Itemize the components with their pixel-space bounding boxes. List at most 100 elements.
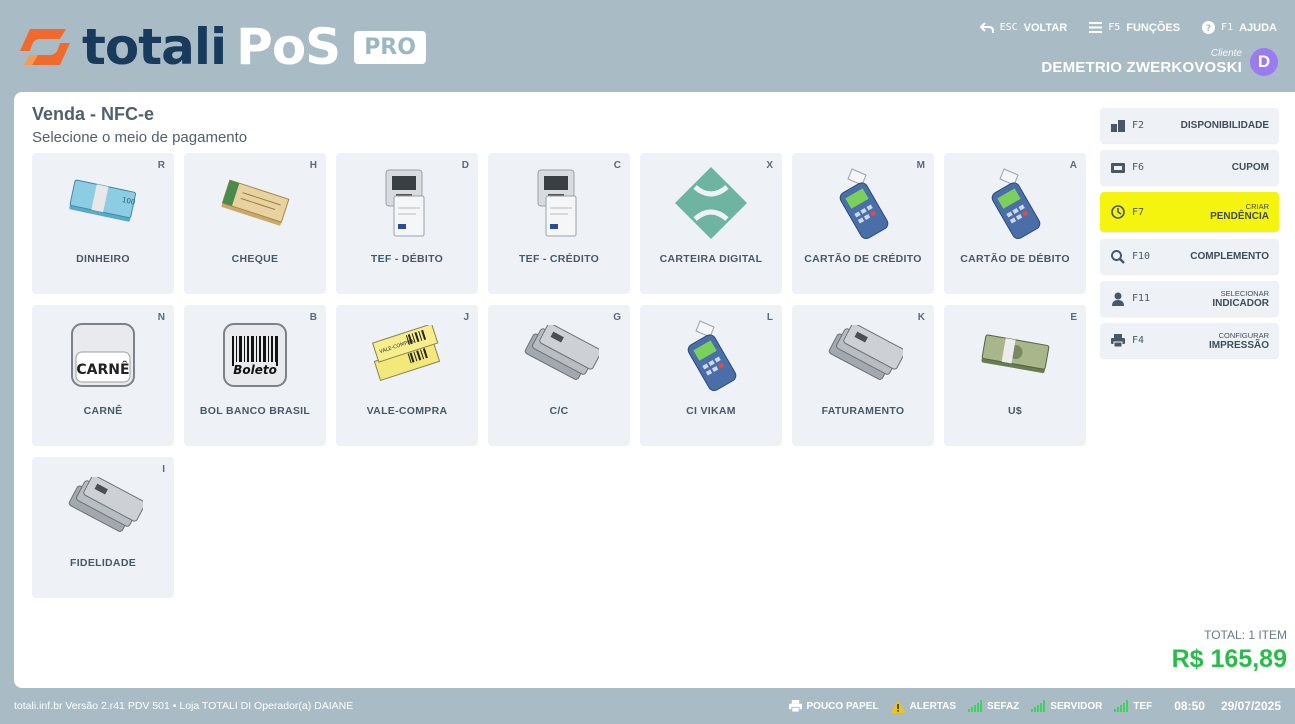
client-label: Cliente xyxy=(1210,48,1242,59)
main-panel: Venda - NFC-e Selecione o meio de pagame… xyxy=(14,92,1295,688)
action-disponibilidade[interactable]: F2 DISPONIBILIDADE xyxy=(1100,108,1279,143)
status-label: SERVIDOR xyxy=(1050,700,1103,712)
action-key: F6 xyxy=(1132,162,1145,173)
action-key: F7 xyxy=(1132,206,1145,218)
payment-cc[interactable]: G C/C xyxy=(488,305,630,446)
action-label: DISPONIBILIDADE xyxy=(1180,120,1269,131)
payment-carteira-digital[interactable]: X CARTEIRA DIGITAL xyxy=(640,153,782,294)
menu-icon xyxy=(1089,22,1103,33)
dollar-bills-icon xyxy=(981,334,1050,374)
svg-text:?: ? xyxy=(1206,24,1211,34)
clock-icon xyxy=(1111,205,1125,219)
action-cupom[interactable]: F6 CUPOM xyxy=(1100,150,1279,185)
status-alertas[interactable]: ALERTAS xyxy=(890,699,956,713)
ticket-icon xyxy=(1111,162,1125,173)
cards-stack-icon xyxy=(68,477,143,532)
payment-tef-credito[interactable]: C TEF - CRÉDITO xyxy=(488,153,630,294)
footer-info: totali.inf.br Versão 2.r41 PDV 501 • Loj… xyxy=(14,700,354,712)
payment-dolar[interactable]: E U$ xyxy=(944,305,1086,446)
nav-ajuda-label: AJUDA xyxy=(1239,21,1277,34)
client-info[interactable]: Cliente DEMETRIO ZWERKOVOSKI D xyxy=(1041,48,1278,76)
action-selecionar-indicador[interactable]: F11 SELECIONAR INDICADOR xyxy=(1100,281,1279,316)
logo-wordmark: totali PoS xyxy=(82,22,341,72)
search-icon xyxy=(1111,249,1125,264)
action-configurar-impressao[interactable]: F4 CONFIGURAR IMPRESSÃO xyxy=(1100,323,1279,358)
payment-label: CARTÃO DE DÉBITO xyxy=(960,253,1070,265)
nav-funcoes[interactable]: F5 FUNÇÕES xyxy=(1089,22,1180,34)
status-servidor[interactable]: SERVIDOR xyxy=(1031,700,1102,712)
nav-funcoes-key: F5 xyxy=(1108,22,1121,33)
payment-cheque[interactable]: H CHEQUE xyxy=(184,153,326,294)
nav-voltar[interactable]: ESC VOLTAR xyxy=(979,21,1068,34)
boleto-icon: Boleto xyxy=(223,323,287,387)
avatar[interactable]: D xyxy=(1250,48,1278,76)
payment-label: VALE-COMPRA xyxy=(366,405,448,417)
cards-stack-icon xyxy=(828,325,903,380)
action-criar-pendencia[interactable]: F7 CRIAR PENDÊNCIA xyxy=(1100,192,1279,232)
payment-dinheiro[interactable]: R 100 DINHEIRO xyxy=(32,153,174,294)
boxes-icon xyxy=(1111,119,1125,132)
payment-label: FIDELIDADE xyxy=(70,557,136,569)
payment-ci-vikam[interactable]: L CI VIKAM xyxy=(640,305,782,446)
voucher-icon: VALE-COMPRA xyxy=(371,325,441,382)
action-small-label: CRIAR xyxy=(1245,202,1269,211)
nav-voltar-key: ESC xyxy=(999,22,1018,33)
action-small-label: CONFIGURAR xyxy=(1218,330,1269,340)
payment-label: FATURAMENTO xyxy=(821,405,905,417)
payment-cartao-debito[interactable]: A CARTÃO DE DÉBITO xyxy=(944,153,1086,294)
status-label: POUCO PAPEL xyxy=(806,700,879,712)
logo-word-totali: totali xyxy=(82,18,227,76)
nav-ajuda[interactable]: ? F1 AJUDA xyxy=(1202,21,1277,34)
payment-fidelidade[interactable]: I FIDELIDADE xyxy=(32,457,174,598)
payment-methods-grid: R 100 DINHEIRO H CHEQUE D TEF - DÉBITO C xyxy=(32,153,1086,598)
page-title: Venda - NFC-e xyxy=(32,104,155,124)
payment-vale-compra[interactable]: J VALE-COMPRA VALE-COMPRA xyxy=(336,305,478,446)
cards-stack-icon xyxy=(524,325,599,380)
printer-icon xyxy=(788,700,802,712)
action-label: IMPRESSÃO xyxy=(1208,339,1269,351)
payment-cartao-credito[interactable]: M CARTÃO DE CRÉDITO xyxy=(792,153,934,294)
atm-card-icon xyxy=(385,169,425,237)
payment-label: TEF - CRÉDITO xyxy=(518,253,600,265)
help-icon: ? xyxy=(1202,21,1216,34)
status-label: TEF xyxy=(1133,700,1153,712)
nav-funcoes-label: FUNÇÕES xyxy=(1126,21,1181,34)
clock-date: 29/07/2025 xyxy=(1220,699,1281,713)
payment-label: TEF - DÉBITO xyxy=(370,253,444,265)
carne-icon: CARNÊ xyxy=(71,323,135,387)
cash-icon: 100 xyxy=(69,179,137,222)
action-label: CUPOM xyxy=(1231,162,1269,173)
status-sefaz[interactable]: SEFAZ xyxy=(968,700,1019,712)
action-label: INDICADOR xyxy=(1212,297,1269,309)
boleto-icon-text: Boleto xyxy=(233,363,277,377)
payment-label: CHEQUE xyxy=(231,253,279,265)
payment-label: BOL BANCO BRASIL xyxy=(199,405,311,417)
payment-label: CARTEIRA DIGITAL xyxy=(659,253,763,265)
action-label: COMPLEMENTO xyxy=(1190,251,1269,262)
payment-tef-debito[interactable]: D TEF - DÉBITO xyxy=(336,153,478,294)
clock-time: 08:50 xyxy=(1174,699,1205,713)
payment-label: CARTÃO DE CRÉDITO xyxy=(804,253,922,265)
payment-bol-banco-brasil[interactable]: B Boleto BOL BANCO BRASIL xyxy=(184,305,326,446)
payment-label: CI VIKAM xyxy=(686,405,736,417)
card-terminal-icon xyxy=(839,168,889,239)
payment-label: DINHEIRO xyxy=(76,253,130,265)
app-header: totali PoS PRO ESC VOLTAR F5 FUNÇÕES ? F1… xyxy=(0,0,1295,92)
nav-voltar-label: VOLTAR xyxy=(1023,21,1068,34)
logo-mark-icon xyxy=(16,23,74,71)
top-navigation: ESC VOLTAR F5 FUNÇÕES ? F1 AJUDA xyxy=(979,21,1277,34)
pix-icon xyxy=(675,167,747,239)
status-tef[interactable]: TEF xyxy=(1114,700,1152,712)
action-complemento[interactable]: F10 COMPLEMENTO xyxy=(1100,239,1279,274)
payment-carne[interactable]: N CARNÊ CARNÊ xyxy=(32,305,174,446)
logo-word-pos: PoS xyxy=(236,18,341,76)
total-value: R$ 165,89 xyxy=(1171,645,1287,673)
card-terminal-icon xyxy=(687,320,737,391)
carne-icon-text: CARNÊ xyxy=(76,361,129,378)
payment-faturamento[interactable]: K FATURAMENTO xyxy=(792,305,934,446)
cheque-icon xyxy=(221,179,290,226)
signal-icon xyxy=(1114,700,1129,712)
action-small-label: SELECIONAR xyxy=(1220,288,1269,298)
status-pouco-papel[interactable]: POUCO PAPEL xyxy=(788,700,879,712)
client-name: DEMETRIO ZWERKOVOSKI xyxy=(1041,59,1242,76)
